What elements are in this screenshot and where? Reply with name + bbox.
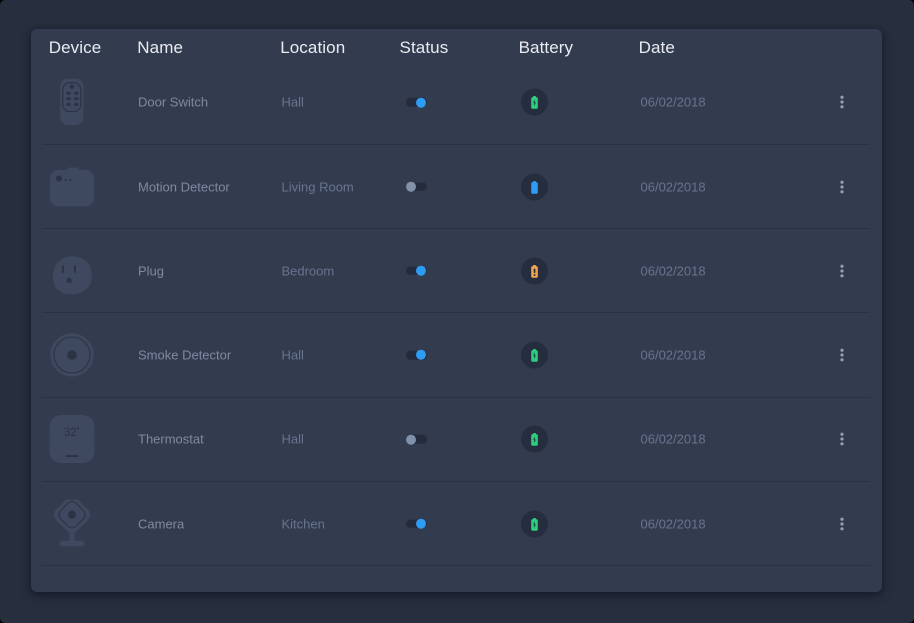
svg-text:32: 32 (64, 428, 77, 440)
